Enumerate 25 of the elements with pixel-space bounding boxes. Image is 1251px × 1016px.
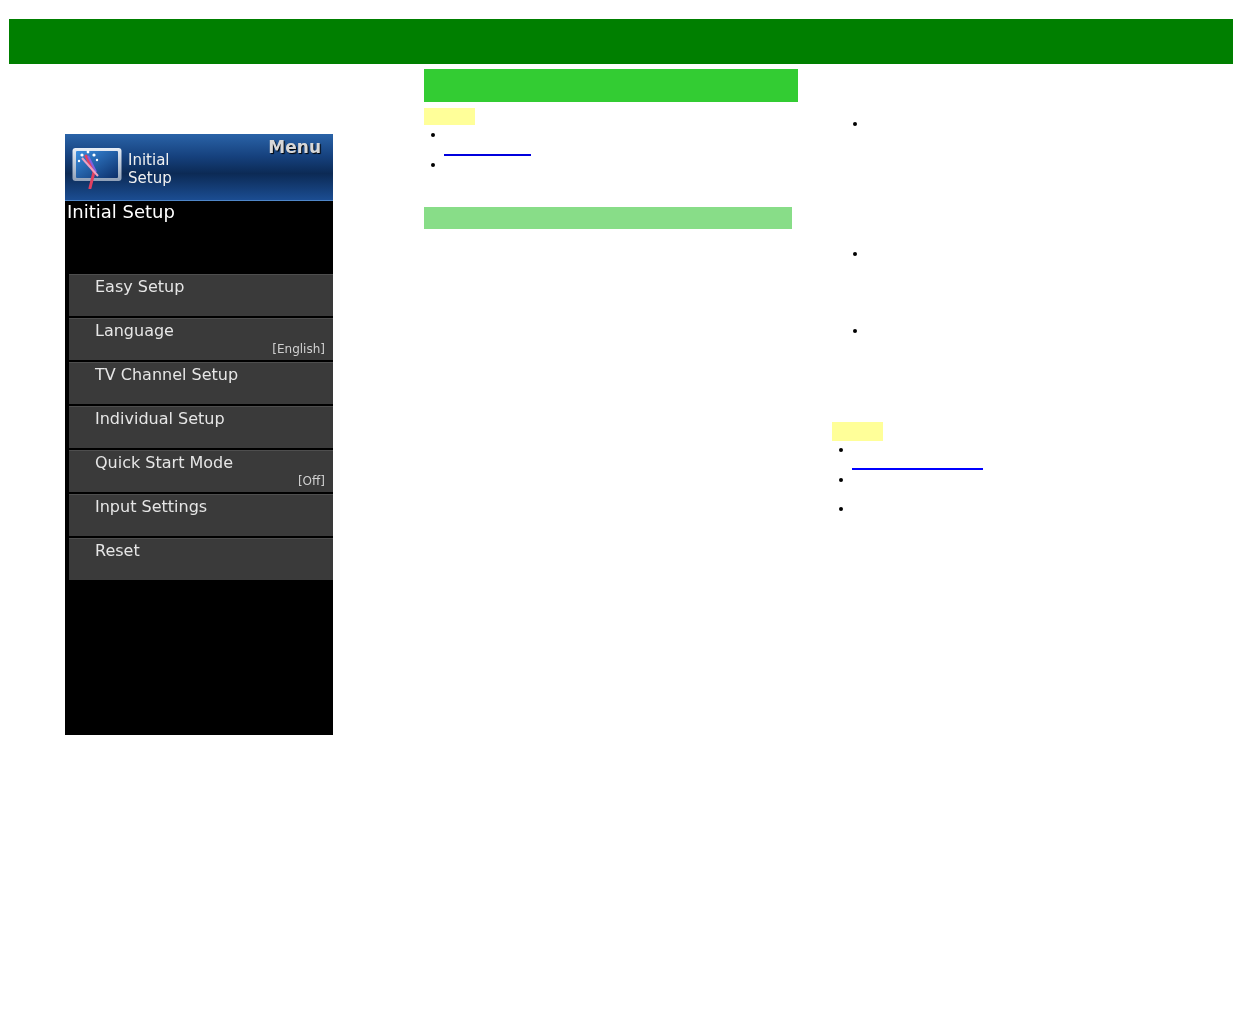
bullet-icon <box>839 507 843 511</box>
setting-value: [English] <box>272 341 325 357</box>
highlight-tag <box>832 422 883 441</box>
bullet-icon <box>853 122 857 126</box>
bullet-icon <box>853 329 857 333</box>
menu-item[interactable]: Language [English] <box>69 318 333 360</box>
menu-item[interactable]: Input Settings <box>69 494 333 536</box>
menu-item[interactable]: Individual Setup <box>69 406 333 448</box>
menu-item[interactable]: Easy Setup <box>69 274 333 316</box>
link-underline[interactable] <box>852 468 983 470</box>
bullet-icon <box>853 252 857 256</box>
menu-title: Initial Setup <box>128 150 173 187</box>
bullet-icon <box>839 478 843 482</box>
tv-icon <box>72 145 122 189</box>
bullet-icon <box>431 133 435 137</box>
bullet-icon <box>431 163 435 167</box>
setting-value: [Off] <box>297 473 325 489</box>
link-underline[interactable] <box>444 154 531 156</box>
highlight-tag <box>424 108 475 125</box>
menu-item[interactable]: Quick Start Mode [Off] <box>69 450 333 492</box>
menu-item[interactable]: TV Channel Setup <box>69 362 333 404</box>
screen-heading: Initial Setup <box>67 201 175 223</box>
menu-item[interactable]: Reset <box>69 538 333 580</box>
menu-label: Menu <box>268 137 321 157</box>
bullet-icon <box>839 448 843 452</box>
